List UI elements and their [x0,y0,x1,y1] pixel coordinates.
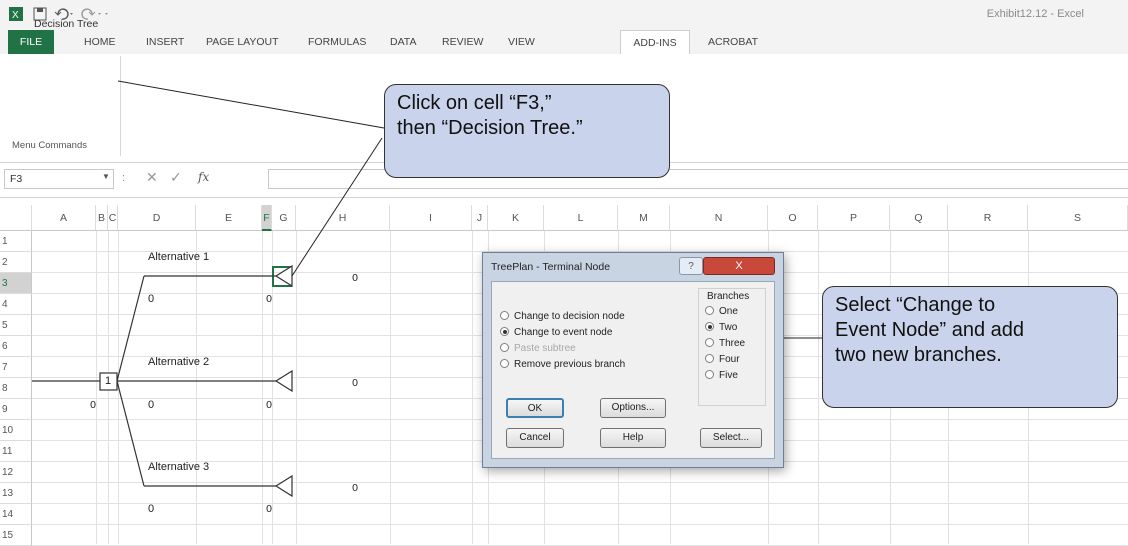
radio-dot [705,322,714,331]
radio-dot [705,306,714,315]
help-button[interactable]: Help [600,428,666,448]
radio-branch-two[interactable]: Two [705,321,737,335]
cell-a9: 0 [90,399,96,411]
radio-change-to-event-node[interactable]: Change to event node [500,326,612,340]
radio-label: Three [719,338,746,349]
cell-d7: Alternative 2 [148,356,210,368]
radio-dot [705,338,714,347]
radio-branch-three[interactable]: Three [705,337,745,351]
callout-right-line-3: two new branches. [835,344,1002,366]
radio-change-to-decision-node[interactable]: Change to decision node [500,310,625,324]
callout-right-line-2: Event Node” and add [835,319,1025,341]
callout-leader-top-b [291,137,383,277]
close-icon[interactable]: X [703,257,775,275]
cell-g13: 0 [352,482,358,494]
radio-dot [705,370,714,379]
cell-d2: Alternative 1 [148,251,210,263]
help-icon[interactable]: ? [679,257,703,275]
branches-label: Branches [707,291,750,302]
options-button[interactable]: Options... [600,398,666,418]
cell-d14: 0 [148,503,155,515]
callout-top-line-1: Click on cell “F3,” [397,92,552,114]
branch-line-1 [116,275,145,382]
treeplan-dialog: TreePlan - Terminal Node ? X Change to d… [482,252,784,468]
radio-remove-previous-branch[interactable]: Remove previous branch [500,358,625,372]
radio-label: Two [719,322,738,333]
radio-label: Change to decision node [514,311,625,322]
radio-label: Five [719,370,738,381]
radio-label: One [719,306,738,317]
radio-dot [500,359,509,368]
branch-line-3 [116,380,145,487]
cell-b8: 1 [105,375,112,387]
radio-dot [500,343,509,352]
radio-paste-subtree[interactable]: Paste subtree [500,342,576,356]
radio-branch-one[interactable]: One [705,305,738,319]
cell-e9: 0 [266,399,272,411]
radio-branch-four[interactable]: Four [705,353,740,367]
cell-e4: 0 [266,293,272,305]
select-button[interactable]: Select... [700,428,762,448]
cell-d9: 0 [148,399,155,411]
cell-g8: 0 [352,377,358,389]
radio-label: Paste subtree [514,343,576,354]
radio-label: Remove previous branch [514,359,626,370]
callout-top-line-2: then “Decision Tree.” [397,117,583,139]
terminal-node-2 [274,369,293,393]
ok-button[interactable]: OK [506,398,564,418]
radio-label: Change to event node [514,327,613,338]
cell-d4: 0 [148,293,155,305]
terminal-node-3 [274,474,293,498]
dialog-title: TreePlan - Terminal Node [491,261,611,273]
terminal-node-1 [274,264,293,288]
radio-label: Four [719,354,740,365]
cell-g3: 0 [352,272,358,284]
cell-d12: Alternative 3 [148,461,210,473]
callout-top: Click on cell “F3,” then “Decision Tree.… [384,84,670,178]
radio-branch-five[interactable]: Five [705,369,738,383]
radio-dot [705,354,714,363]
branches-group: Branches One Two Three Four Five [698,288,766,406]
radio-dot [500,327,509,336]
callout-right: Select “Change to Event Node” and add tw… [822,286,1118,408]
cancel-button[interactable]: Cancel [506,428,564,448]
dialog-body: Change to decision node Change to event … [491,281,775,459]
callout-right-line-1: Select “Change to [835,294,996,316]
radio-dot [500,311,509,320]
callout-leader-top-a [117,80,385,129]
cell-e14: 0 [266,503,272,515]
